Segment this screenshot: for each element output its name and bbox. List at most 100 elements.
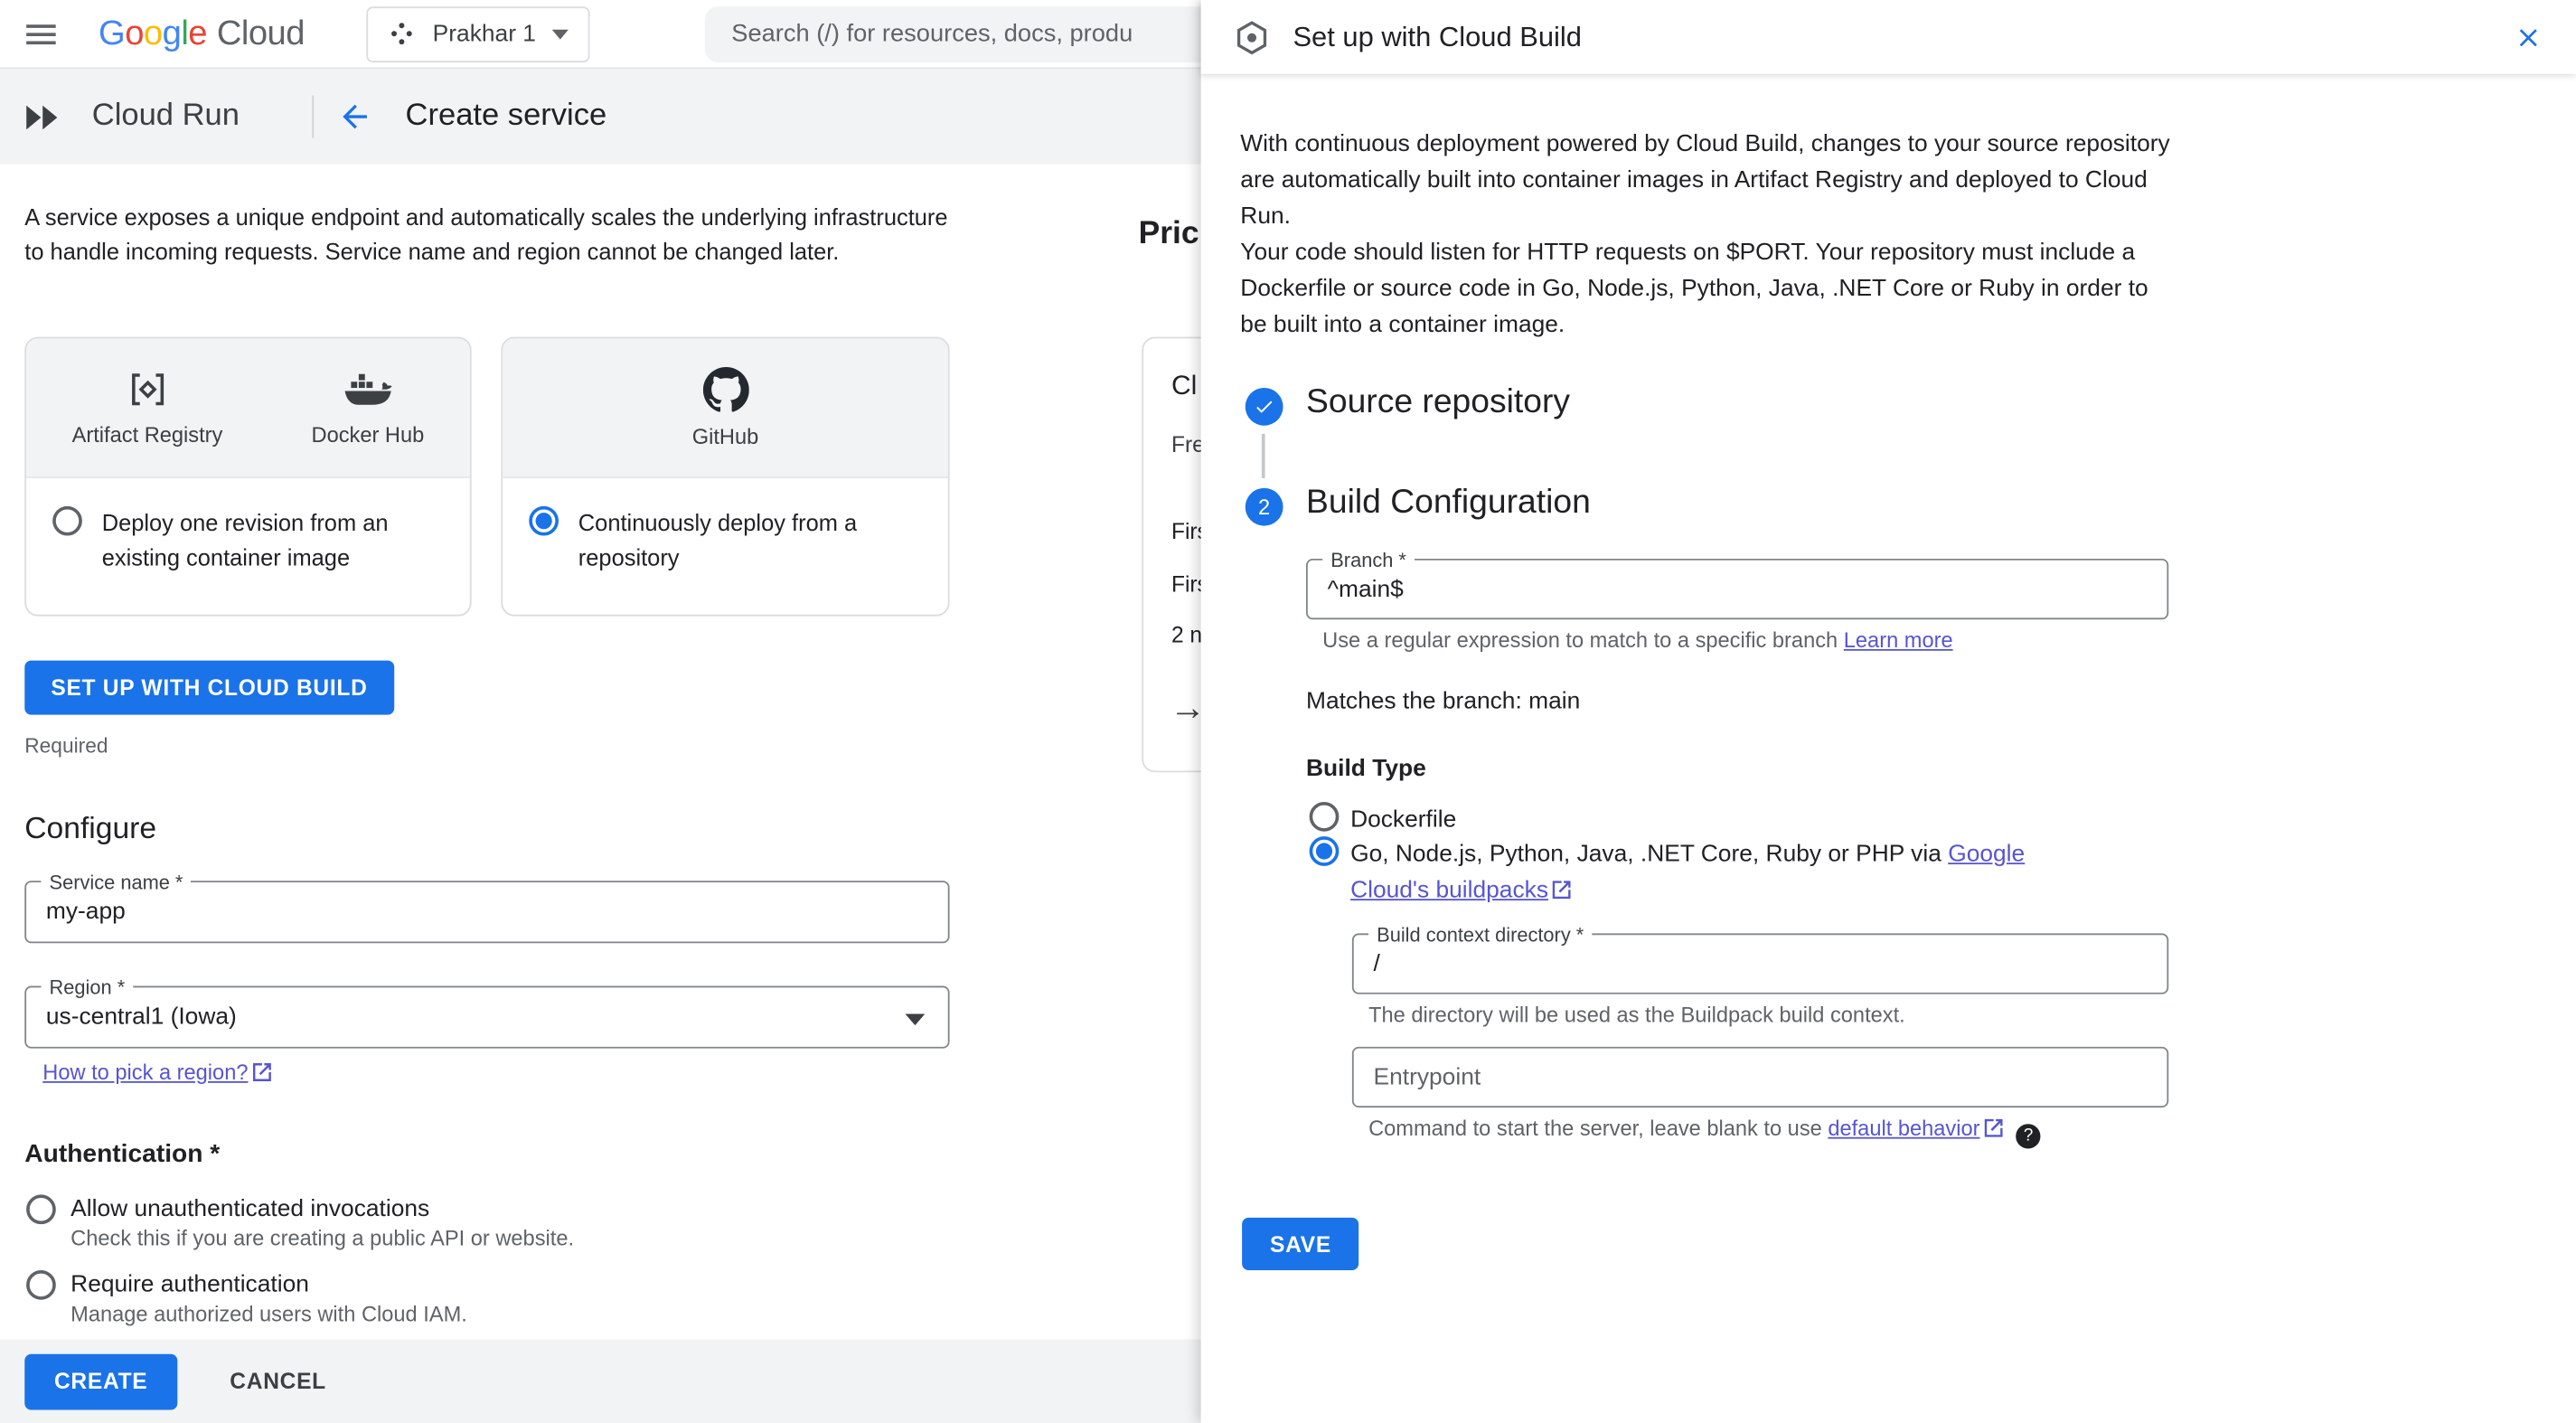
pricing-heading: Pric	[1138, 215, 1199, 252]
build-context-field[interactable]: Build context directory *	[1351, 923, 2169, 994]
step1-complete-circle	[1245, 387, 1283, 426]
help-icon[interactable]: ?	[2016, 1123, 2041, 1148]
provider-label: Docker Hub	[311, 422, 425, 448]
radio-allow-unauthenticated[interactable]	[26, 1194, 56, 1225]
back-arrow-icon[interactable]	[336, 99, 372, 135]
entrypoint-input[interactable]	[1353, 1048, 2167, 1107]
step2-circle: 2	[1245, 487, 1283, 526]
logo-letter: g	[162, 14, 182, 52]
logo-letter: o	[125, 14, 144, 52]
panel-title: Set up with Cloud Build	[1293, 20, 1582, 52]
screen: Google Cloud Prakhar 1 Search (/) for re…	[0, 0, 2576, 1423]
chevron-down-icon	[905, 1013, 926, 1027]
required-note: Required	[24, 734, 108, 758]
logo-letter: l	[181, 14, 189, 52]
panel-header: Set up with Cloud Build	[1200, 0, 2576, 74]
build-type-buildpacks-option[interactable]: Go, Node.js, Python, Java, .NET Core, Ru…	[1309, 836, 2098, 909]
branch-helper: Use a regular expression to match to a s…	[1322, 627, 1952, 652]
entrypoint-helper-text: Command to start the server, leave blank…	[1368, 1116, 1829, 1141]
region-help-link-row: How to pick a region?	[42, 1060, 271, 1085]
setup-cloud-build-button[interactable]: SET UP WITH CLOUD BUILD	[24, 660, 394, 715]
radio-dockerfile[interactable]	[1309, 801, 1340, 832]
artifact-registry-icon	[126, 368, 168, 410]
check-icon	[1256, 401, 1273, 413]
close-icon[interactable]	[2514, 23, 2543, 52]
registry-providers: Artifact Registry Docker Hub	[26, 338, 470, 478]
auth-option-unauthenticated[interactable]: Allow unauthenticated invocations Check …	[26, 1194, 574, 1253]
service-name-field[interactable]: Service name *	[24, 871, 950, 944]
option-label: Continuously deploy from a repository	[578, 509, 858, 570]
deploy-option-card-repository: GitHub Continuously deploy from a reposi…	[501, 336, 950, 617]
cloud-run-icon	[23, 96, 63, 137]
github-icon	[702, 366, 748, 412]
default-behavior-link[interactable]: default behavior	[1828, 1116, 1979, 1140]
entrypoint-helper: Command to start the server, leave blank…	[1368, 1116, 2041, 1148]
cancel-button[interactable]: CANCEL	[230, 1369, 326, 1393]
search-placeholder: Search (/) for resources, docs, produ	[731, 19, 1133, 48]
panel-intro-text: With continuous deployment powered by Cl…	[1240, 127, 2180, 344]
product-name: Cloud Run	[91, 99, 240, 134]
panel-intro-1: With continuous deployment powered by Cl…	[1240, 131, 2170, 231]
logo-cloud-text: Cloud	[216, 14, 306, 52]
product-header: Cloud Run Create service	[0, 69, 1348, 165]
create-button[interactable]: CREATE	[24, 1352, 178, 1409]
provider-github: GitHub	[691, 366, 759, 449]
google-cloud-logo[interactable]: Google Cloud	[99, 14, 305, 53]
branch-helper-text: Use a regular expression to match to a s…	[1322, 627, 1838, 653]
build-context-helper: The directory will be used as the Buildp…	[1368, 1002, 1905, 1028]
branch-label: Branch *	[1322, 549, 1415, 572]
how-to-pick-region-link[interactable]: How to pick a region?	[42, 1060, 248, 1084]
project-name: Prakhar 1	[432, 20, 536, 47]
step1-title[interactable]: Source repository	[1306, 383, 1570, 423]
auth-option-description: Check this if you are creating a public …	[71, 1225, 575, 1251]
save-button[interactable]: SAVE	[1242, 1217, 1359, 1271]
auth-option-description: Manage authorized users with Cloud IAM.	[71, 1301, 467, 1326]
provider-label: GitHub	[691, 423, 759, 449]
build-type-option-label: Dockerfile	[1350, 806, 1457, 834]
docker-icon	[343, 368, 393, 410]
branch-field[interactable]: Branch *	[1305, 549, 2169, 620]
pricing-card-subtitle: Fre	[1170, 432, 1205, 457]
radio-buildpacks[interactable]	[1309, 836, 1340, 866]
service-name-label: Service name *	[41, 871, 192, 894]
step2-title[interactable]: Build Configuration	[1306, 483, 1591, 523]
entrypoint-field[interactable]	[1351, 1046, 2169, 1108]
provider-label: Artifact Registry	[71, 422, 223, 448]
external-link-icon	[1553, 881, 1572, 900]
deploy-revision-option[interactable]: Deploy one revision from an existing con…	[26, 478, 470, 575]
branch-match-note: Matches the branch: main	[1305, 688, 1581, 715]
auth-option-label: Require authentication	[71, 1271, 309, 1298]
authentication-heading: Authentication *	[24, 1140, 221, 1169]
option-label: Deploy one revision from an existing con…	[101, 509, 389, 570]
auth-option-label: Allow unauthenticated invocations	[71, 1196, 430, 1223]
provider-docker-hub: Docker Hub	[311, 368, 425, 448]
region-label: Region *	[41, 975, 134, 1000]
cloud-build-panel: Set up with Cloud Build With continuous …	[1200, 0, 2576, 1423]
continuous-deploy-option[interactable]: Continuously deploy from a repository	[503, 478, 948, 575]
learn-more-link[interactable]: Learn more	[1844, 627, 1953, 652]
radio-require-authentication[interactable]	[26, 1270, 56, 1300]
build-type-option-label: Go, Node.js, Python, Java, .NET Core, Ru…	[1350, 836, 2098, 909]
chevron-down-icon	[552, 28, 569, 39]
radio-continuous-deploy[interactable]	[529, 505, 559, 536]
project-selector[interactable]: Prakhar 1	[366, 5, 590, 62]
buildpacks-option-text: Go, Node.js, Python, Java, .NET Core, Ru…	[1350, 841, 1949, 868]
project-icon	[389, 20, 417, 48]
region-select[interactable]: Region * us-central1 (Iowa)	[24, 975, 950, 1049]
service-intro-text: A service exposes a unique endpoint and …	[24, 203, 948, 265]
build-type-dockerfile-option[interactable]: Dockerfile	[1309, 801, 1457, 838]
pricing-card-title: Cl	[1170, 371, 1198, 401]
create-service-form: A service exposes a unique endpoint and …	[0, 164, 1201, 1340]
page-title: Create service	[405, 99, 607, 134]
form-action-bar: CREATE CANCEL	[0, 1339, 1348, 1423]
menu-icon[interactable]	[26, 17, 59, 50]
region-value: us-central1 (Iowa)	[45, 1004, 237, 1031]
provider-artifact-registry: Artifact Registry	[71, 368, 223, 448]
step-connector	[1261, 433, 1265, 478]
branch-input[interactable]	[1307, 560, 2167, 618]
build-context-label: Build context directory *	[1368, 923, 1593, 947]
logo-letter: e	[188, 14, 207, 52]
repo-providers: GitHub	[503, 338, 948, 478]
auth-option-require[interactable]: Require authentication Manage authorized…	[26, 1270, 467, 1329]
radio-deploy-revision[interactable]	[52, 505, 82, 536]
